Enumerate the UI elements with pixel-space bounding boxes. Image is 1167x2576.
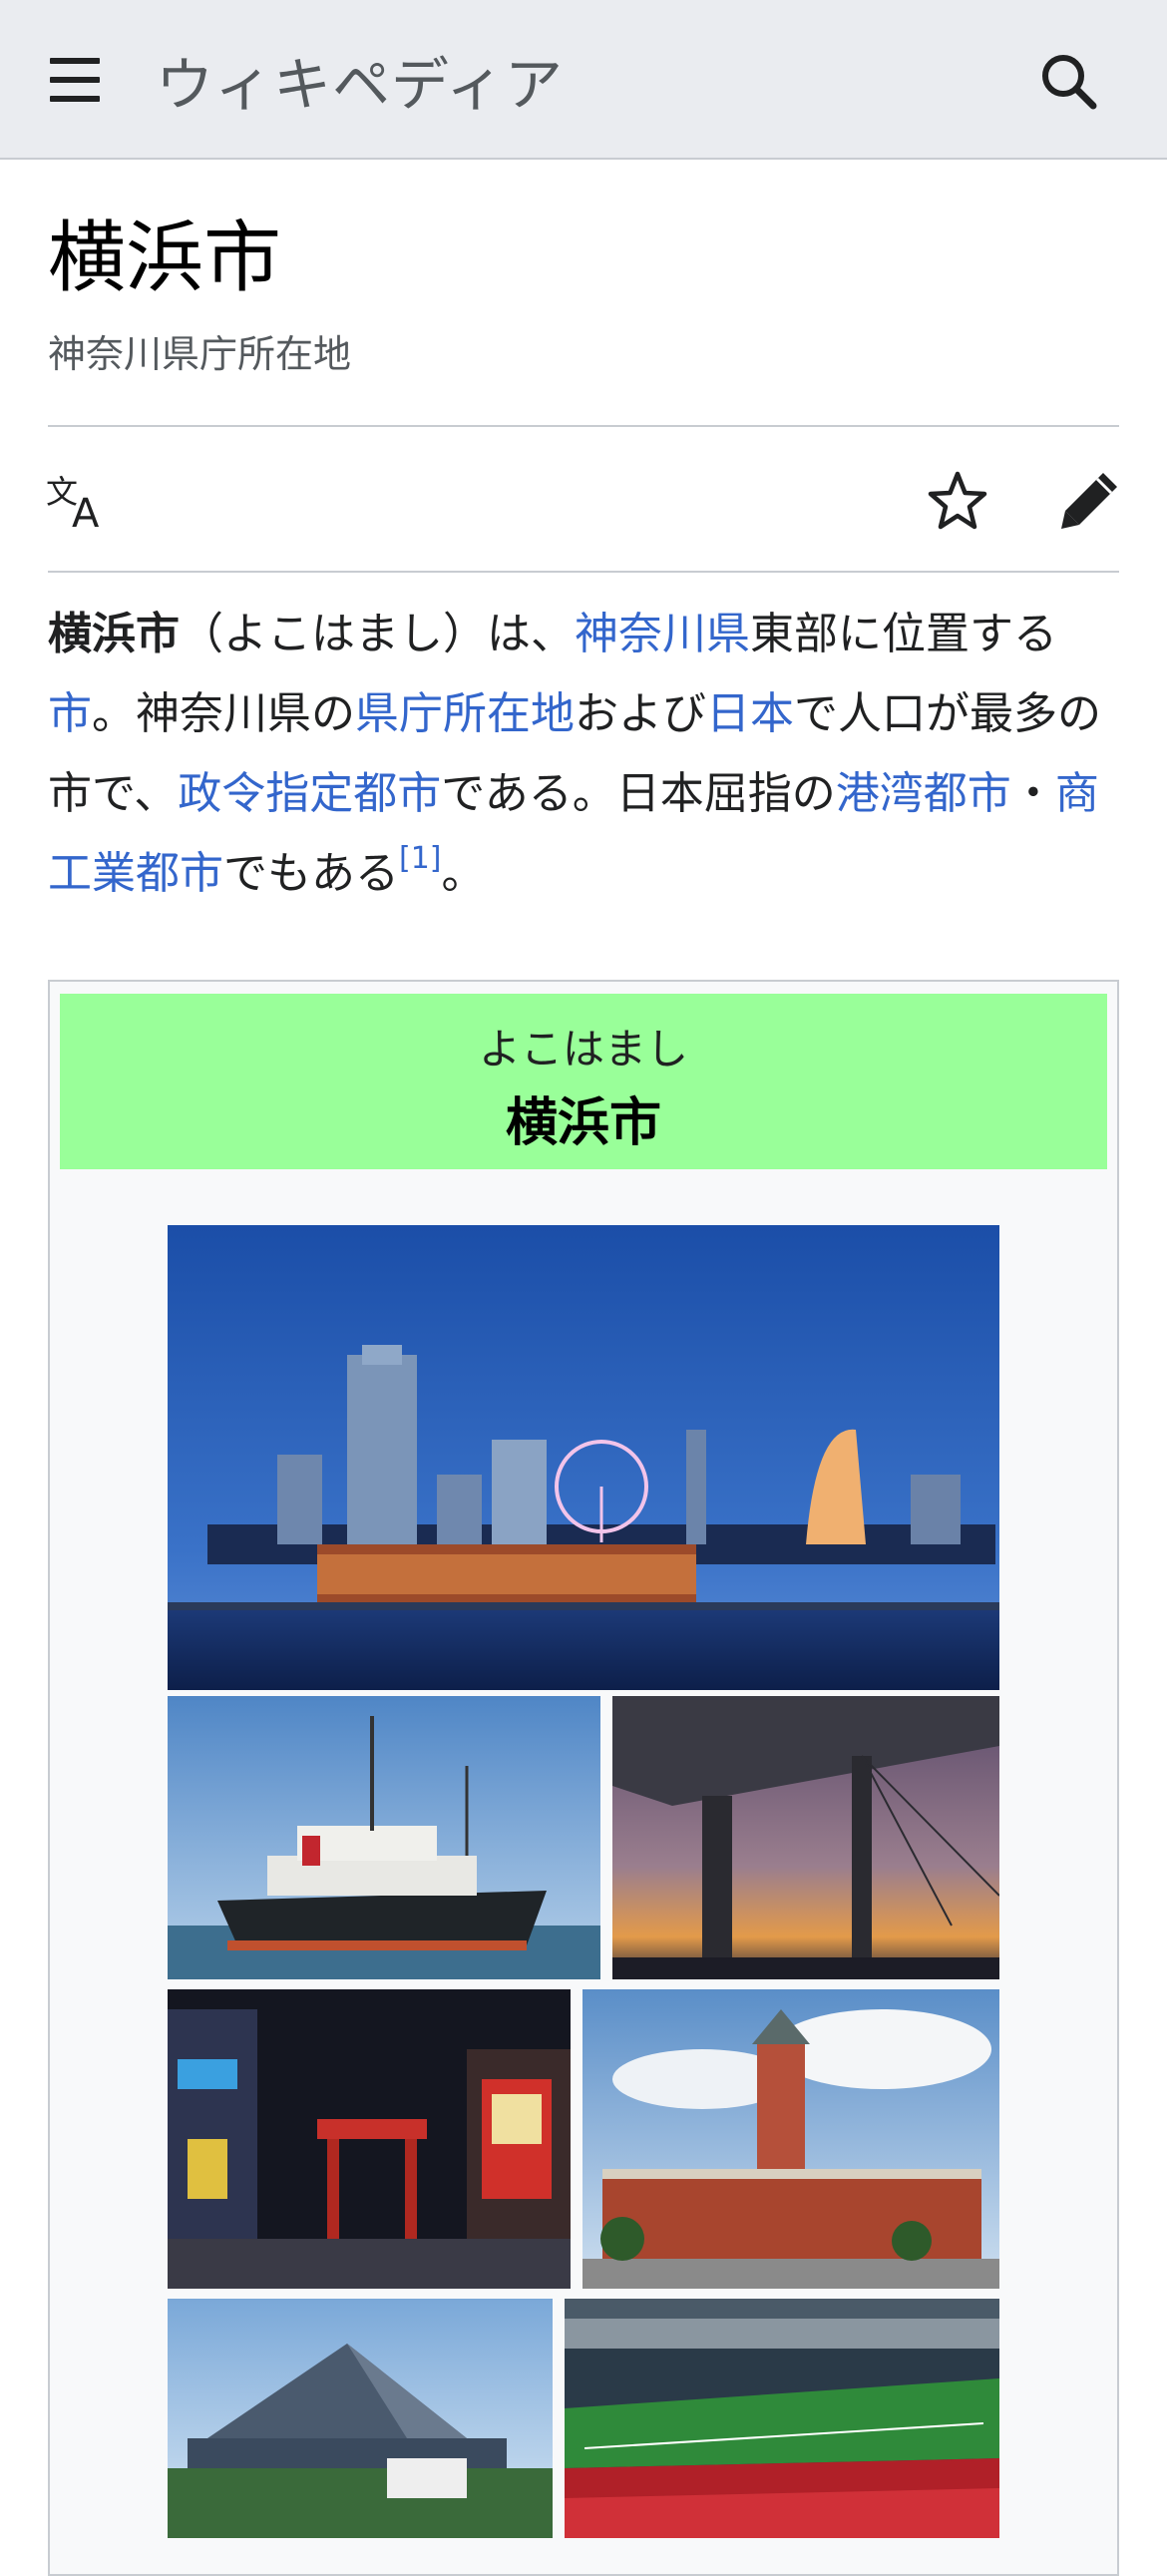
text: 。 [441, 848, 486, 899]
chinatown-photo[interactable] [168, 1989, 571, 2289]
star-icon[interactable] [926, 469, 989, 533]
port-museum-photo[interactable] [583, 1989, 999, 2289]
link-designated-city[interactable]: 政令指定都市 [178, 768, 441, 819]
text: でもある [223, 848, 399, 899]
search-icon[interactable] [1031, 44, 1107, 120]
divider [48, 425, 1119, 427]
infobox-header: よこはまし 横浜市 [60, 994, 1107, 1169]
text: および [575, 688, 706, 739]
text: （よこはまし）は、 [180, 609, 575, 659]
text: 。神奈川県の [92, 688, 355, 739]
link-city[interactable]: 市 [48, 688, 92, 739]
lead-paragraph: 横浜市（よこはまし）は、神奈川県東部に位置する市。神奈川県の県庁所在地および日本… [48, 595, 1119, 914]
infobox: よこはまし 横浜市 [48, 980, 1119, 2576]
bold-title: 横浜市 [48, 609, 180, 659]
link-prefectural-capital[interactable]: 県庁所在地 [355, 688, 575, 739]
link-kanagawa[interactable]: 神奈川県 [575, 609, 750, 659]
infobox-name: 横浜市 [505, 1093, 661, 1153]
reference-link[interactable]: [1] [399, 841, 442, 876]
svg-text:A: A [72, 491, 100, 533]
edit-pencil-icon[interactable] [1057, 469, 1121, 533]
ship-photo[interactable] [168, 1696, 600, 1979]
link-japan[interactable]: 日本 [706, 688, 794, 739]
menu-icon[interactable] [40, 50, 100, 110]
infobox-reading: よこはまし [478, 1025, 688, 1073]
page-heading: 横浜市 神奈川県庁所在地 [48, 219, 1119, 378]
page-title: 横浜市 [48, 214, 282, 303]
text: 東部に位置する [750, 609, 1057, 659]
wikipedia-wordmark[interactable]: ウィキペディア [156, 38, 564, 122]
bay-bridge-photo[interactable] [612, 1696, 999, 1979]
language-icon[interactable]: 文 A [46, 469, 116, 537]
text: ・ [1010, 768, 1055, 819]
stadium-photo[interactable] [565, 2299, 999, 2538]
pyramid-building-photo[interactable] [168, 2299, 553, 2538]
page-description: 神奈川県庁所在地 [48, 332, 352, 376]
link-port-city[interactable]: 港湾都市 [836, 768, 1011, 819]
text: である。日本屈指の [441, 768, 836, 819]
skyline-photo[interactable] [168, 1225, 999, 1690]
divider [48, 571, 1119, 573]
app-header: ウィキペディア [0, 0, 1167, 160]
